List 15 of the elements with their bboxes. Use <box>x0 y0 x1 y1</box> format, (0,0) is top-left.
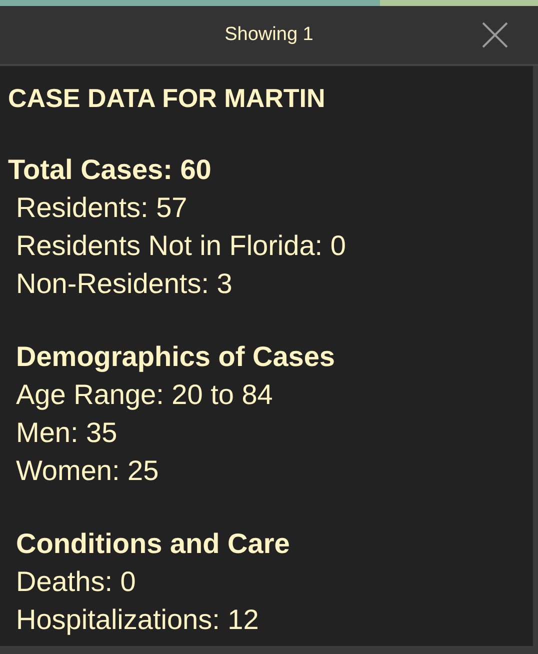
data-line: Men: 35 <box>16 416 118 450</box>
close-button[interactable] <box>482 22 508 48</box>
popup-title: Showing 1 <box>224 24 314 46</box>
data-line: Women: 25 <box>16 454 160 488</box>
data-line: Hospitalizations: 12 <box>16 603 260 637</box>
content-title: CASE DATA FOR MARTIN <box>8 82 326 115</box>
data-line: Age Range: 20 to 84 <box>16 378 274 412</box>
section-heading: Total Cases: 60 <box>8 153 212 187</box>
section-heading: Conditions and Care <box>16 527 291 561</box>
data-line: Residents: 57 <box>15 191 188 225</box>
section-heading: Demographics of Cases <box>16 340 336 374</box>
data-line: Non-Residents: 3 <box>15 267 234 301</box>
close-icon <box>482 22 508 48</box>
data-line: Deaths: 0 <box>16 565 137 599</box>
data-line: Residents Not in Florida: 0 <box>15 229 347 263</box>
